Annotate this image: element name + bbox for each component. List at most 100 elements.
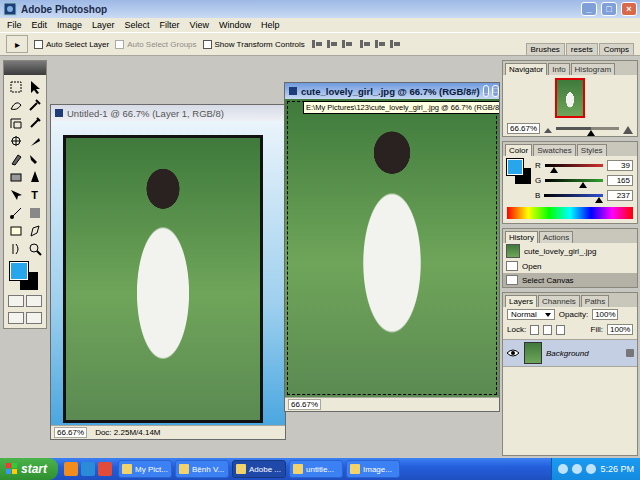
opacity-field[interactable]: 100% [592, 309, 618, 320]
panel-tab[interactable]: Channels [538, 295, 580, 307]
quick-mask-icon[interactable] [26, 295, 42, 307]
foreground-swatch[interactable] [507, 159, 523, 175]
zoom-field[interactable]: 66.67% [288, 399, 321, 410]
channel-slider[interactable] [544, 194, 603, 197]
document-window[interactable]: Untitled-1 @ 66.7% (Layer 1, RGB/8)66.67… [50, 104, 286, 440]
taskbar-button[interactable]: Bệnh V... [175, 460, 229, 478]
history-step[interactable]: Open [503, 259, 637, 273]
tool-button[interactable] [7, 240, 25, 257]
tray-icon[interactable] [558, 464, 568, 474]
panel-tab[interactable]: Navigator [505, 63, 547, 75]
well-tab[interactable]: resets [566, 43, 598, 55]
zoom-field[interactable]: 66.67% [54, 427, 87, 438]
tool-button[interactable] [7, 96, 25, 113]
option-checkbox[interactable]: Auto Select Layer [34, 40, 109, 49]
option-checkbox[interactable]: Show Transform Controls [203, 40, 305, 49]
color-spectrum[interactable] [507, 207, 633, 219]
navigator-zoom[interactable]: 66.67% [507, 123, 540, 134]
menu-item[interactable]: Image [52, 20, 87, 30]
lock-option-icon[interactable] [530, 325, 539, 335]
type-tool[interactable]: T [26, 186, 44, 203]
tray-icon[interactable] [572, 464, 582, 474]
tool-button[interactable] [7, 132, 25, 149]
foreground-swatch[interactable] [10, 262, 28, 280]
layer-row[interactable]: Background [503, 339, 637, 367]
window-button[interactable]: × [621, 2, 637, 16]
tool-button[interactable] [26, 132, 44, 149]
panel-tab[interactable]: Styles [577, 144, 607, 156]
window-button[interactable]: □ [601, 2, 617, 16]
menu-item[interactable]: Select [120, 20, 155, 30]
history-step[interactable]: Select Canvas [503, 273, 637, 287]
well-tab[interactable]: Comps [599, 43, 634, 55]
tool-button[interactable] [7, 222, 25, 239]
menu-item[interactable]: Window [214, 20, 256, 30]
tool-button[interactable] [7, 204, 25, 221]
panel-tab[interactable]: Color [505, 144, 532, 156]
tool-button[interactable] [26, 114, 44, 131]
tool-button[interactable] [26, 240, 44, 257]
channel-slider[interactable] [545, 179, 603, 182]
start-button[interactable]: start [0, 458, 58, 480]
tool-button[interactable] [26, 150, 44, 167]
screen-mode-icon[interactable] [26, 312, 42, 324]
tool-button[interactable] [7, 150, 25, 167]
checkbox[interactable] [34, 40, 43, 49]
taskbar-button[interactable]: Adobe ... [232, 460, 286, 478]
taskbar-button[interactable]: untitle... [289, 460, 343, 478]
menu-item[interactable]: View [185, 20, 214, 30]
slider-thumb[interactable] [587, 130, 595, 136]
fill-field[interactable]: 100% [607, 324, 633, 335]
launch-icon[interactable] [98, 462, 112, 476]
taskbar-button[interactable]: My Pict... [118, 460, 172, 478]
tool-button[interactable] [26, 204, 44, 221]
window-button[interactable]: _ [581, 2, 597, 16]
tool-button[interactable] [26, 96, 44, 113]
eye-icon[interactable] [506, 346, 520, 360]
color-swatches[interactable] [10, 262, 40, 290]
checkbox[interactable] [203, 40, 212, 49]
window-button[interactable]: □ [492, 85, 499, 97]
panel-tab[interactable]: History [505, 231, 538, 243]
standard-mode-icon[interactable] [8, 295, 24, 307]
tool-button[interactable] [26, 168, 44, 185]
launch-icon[interactable] [64, 462, 78, 476]
document-window[interactable]: cute_lovely_girl_.jpg @ 66.7% (RGB/8#)_□… [284, 82, 500, 412]
slider-thumb[interactable] [550, 167, 558, 173]
taskbar-button[interactable]: Image... [346, 460, 400, 478]
window-button[interactable]: _ [483, 85, 489, 97]
channel-value[interactable]: 165 [607, 175, 633, 186]
launch-icon[interactable] [81, 462, 95, 476]
navigator-view-box[interactable] [555, 78, 585, 118]
history-snapshot[interactable]: cute_lovely_girl_.jpg [503, 243, 637, 259]
menu-item[interactable]: Help [256, 20, 285, 30]
channel-value[interactable]: 39 [607, 160, 633, 171]
menu-item[interactable]: File [2, 20, 27, 30]
panel-tab[interactable]: Swatches [533, 144, 576, 156]
slider-thumb[interactable] [595, 197, 603, 203]
tool-button[interactable] [26, 222, 44, 239]
tool-preset-picker[interactable]: ▸ [6, 35, 28, 53]
slider-thumb[interactable] [579, 182, 587, 188]
channel-value[interactable]: 237 [607, 190, 633, 201]
blend-mode-select[interactable]: Normal [507, 309, 555, 320]
panel-tab[interactable]: Info [548, 63, 569, 75]
panel-tab[interactable]: Paths [581, 295, 609, 307]
panel-tab[interactable]: Histogram [571, 63, 615, 75]
lock-option-icon[interactable] [556, 325, 565, 335]
tool-button[interactable] [7, 186, 25, 203]
lock-option-icon[interactable] [543, 325, 552, 335]
panel-tab[interactable]: Actions [539, 231, 573, 243]
tool-button[interactable] [7, 168, 25, 185]
channel-slider[interactable] [545, 164, 603, 167]
panel-tab[interactable]: Layers [505, 295, 537, 307]
menu-item[interactable]: Layer [87, 20, 120, 30]
color-swatches[interactable] [507, 159, 531, 185]
tool-button[interactable] [7, 114, 25, 131]
screen-mode-icon[interactable] [8, 312, 24, 324]
menu-item[interactable]: Edit [27, 20, 53, 30]
menu-item[interactable]: Filter [155, 20, 185, 30]
zoom-slider[interactable] [556, 127, 619, 130]
tool-button[interactable] [7, 78, 25, 95]
well-tab[interactable]: Brushes [526, 43, 565, 55]
